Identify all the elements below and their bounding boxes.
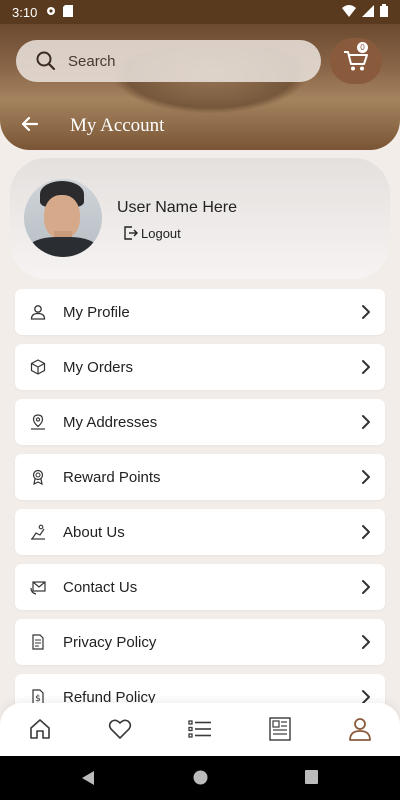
cart-icon <box>344 51 368 71</box>
battery-icon <box>380 4 388 20</box>
settings-gear-icon <box>45 5 57 20</box>
reward-medal-icon <box>29 468 47 486</box>
location-pin-icon <box>29 413 47 431</box>
menu-item-label: My Orders <box>63 358 134 376</box>
sd-card-icon <box>63 4 74 20</box>
chevron-right-icon <box>362 470 370 484</box>
system-recents-icon[interactable] <box>305 770 318 784</box>
account-header: Search 0 My Account <box>0 24 400 150</box>
chevron-right-icon <box>362 360 370 374</box>
heart-icon <box>108 719 132 739</box>
menu-item-label: Reward Points <box>63 468 161 486</box>
nav-account-button[interactable] <box>347 715 373 743</box>
chevron-right-icon <box>362 635 370 649</box>
logout-icon <box>124 226 138 240</box>
avatar[interactable] <box>24 179 102 257</box>
system-navigation-bar <box>0 756 400 800</box>
search-placeholder: Search <box>68 52 116 70</box>
back-button[interactable] <box>20 114 44 136</box>
menu-item-my-addresses[interactable]: My Addresses <box>15 399 385 445</box>
chevron-right-icon <box>362 580 370 594</box>
chevron-right-icon <box>362 305 370 319</box>
menu-item-label: About Us <box>63 523 125 541</box>
list-icon <box>188 720 211 738</box>
home-icon <box>30 719 50 739</box>
search-bar[interactable]: Search <box>16 40 321 82</box>
about-info-icon <box>29 523 47 541</box>
system-back-icon[interactable] <box>81 770 95 786</box>
menu-item-label: My Addresses <box>63 413 158 431</box>
wifi-icon <box>342 4 356 20</box>
menu-item-contact-us[interactable]: Contact Us <box>15 564 385 610</box>
page-title: My Account <box>70 115 165 136</box>
back-arrow-icon <box>21 116 39 132</box>
search-icon <box>36 51 56 71</box>
menu-item-label: My Profile <box>63 303 130 321</box>
status-time: 3:10 <box>12 4 38 20</box>
status-bar: 3:10 <box>0 0 400 24</box>
menu-item-label: Contact Us <box>63 578 138 596</box>
profile-card: User Name Here Logout <box>10 158 390 279</box>
logout-label: Logout <box>141 225 181 241</box>
orders-box-icon <box>29 358 47 376</box>
news-icon <box>269 717 291 741</box>
system-home-icon[interactable] <box>193 770 208 785</box>
signal-icon <box>362 4 374 20</box>
logout-button[interactable]: Logout <box>123 225 181 241</box>
nav-home-button[interactable] <box>27 715 53 743</box>
privacy-document-icon <box>29 633 47 651</box>
bottom-nav <box>0 703 400 756</box>
cart-count-badge: 0 <box>357 42 368 53</box>
menu-item-privacy-policy[interactable]: Privacy Policy <box>15 619 385 665</box>
account-icon <box>349 718 371 741</box>
nav-news-button[interactable] <box>267 715 293 743</box>
menu-item-my-orders[interactable]: My Orders <box>15 344 385 390</box>
user-name: User Name Here <box>117 199 238 216</box>
chevron-right-icon <box>362 415 370 429</box>
menu-item-about-us[interactable]: About Us <box>15 509 385 555</box>
cart-button[interactable]: 0 <box>330 38 382 84</box>
contact-mail-icon <box>29 578 47 596</box>
nav-wishlist-button[interactable] <box>107 715 133 743</box>
menu-item-my-profile[interactable]: My Profile <box>15 289 385 335</box>
person-icon <box>29 303 47 321</box>
nav-categories-button[interactable] <box>187 715 213 743</box>
menu-item-label: Privacy Policy <box>63 633 157 651</box>
chevron-right-icon <box>362 525 370 539</box>
menu-item-reward-points[interactable]: Reward Points <box>15 454 385 500</box>
